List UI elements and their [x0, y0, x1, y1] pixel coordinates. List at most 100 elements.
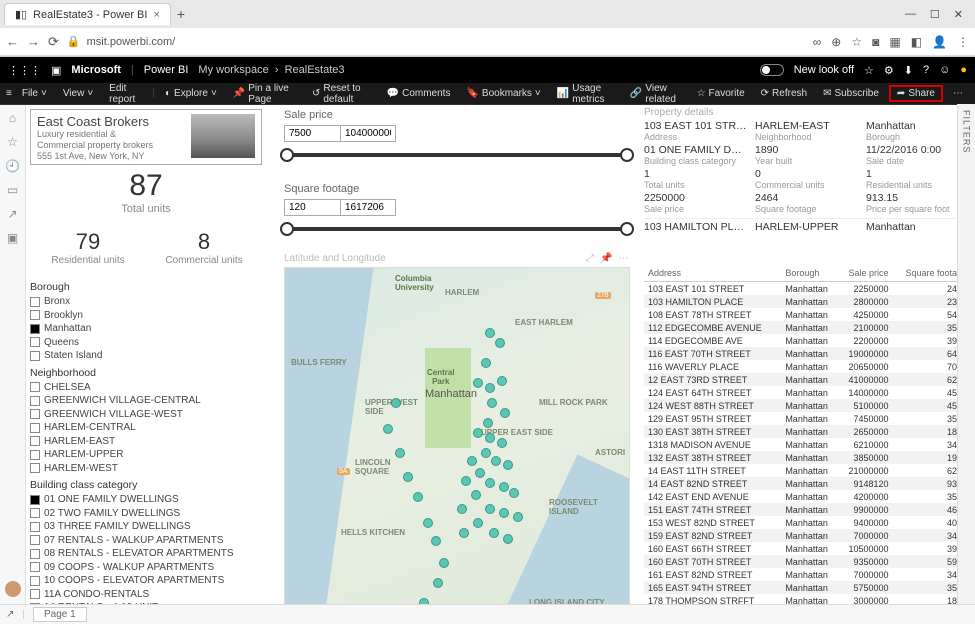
neighborhood-option[interactable]: HARLEM-WEST	[30, 462, 274, 476]
map-point[interactable]	[487, 398, 497, 408]
profile-icon[interactable]: 👤	[932, 35, 947, 49]
map-point[interactable]	[495, 338, 505, 348]
slider-handle-min[interactable]	[280, 148, 294, 162]
sqft-max-input[interactable]	[340, 199, 396, 216]
recent-icon[interactable]: 🕘	[5, 159, 20, 173]
table-row[interactable]: 114 EDGECOMBE AVEManhattan22000003951	[644, 334, 971, 347]
data-table-visual[interactable]: AddressBoroughSale priceSquare footage 1…	[644, 265, 971, 601]
more-icon[interactable]: ⋯	[618, 253, 628, 264]
class-option[interactable]: 03 THREE FAMILY DWELLINGS	[30, 520, 274, 534]
map-point[interactable]	[481, 358, 491, 368]
new-look-toggle[interactable]	[760, 64, 784, 76]
favorite-button[interactable]: ☆ Favorite	[691, 86, 751, 101]
map-point[interactable]	[485, 504, 495, 514]
checkbox[interactable]	[30, 436, 40, 446]
map-point[interactable]	[499, 482, 509, 492]
view-menu[interactable]: View ˅	[57, 86, 99, 101]
checkbox[interactable]	[30, 382, 40, 392]
map-point[interactable]	[481, 448, 491, 458]
breadcrumb[interactable]: My workspace › RealEstate3	[198, 64, 344, 76]
pin-page-button[interactable]: 📌 Pin a live Page	[227, 81, 298, 107]
sale-price-max-input[interactable]	[340, 125, 396, 142]
pin-icon[interactable]: 📌	[600, 253, 612, 264]
forward-button[interactable]: →	[27, 34, 40, 49]
table-row[interactable]: 103 EAST 101 STREETManhattan22500002464	[644, 282, 971, 296]
edit-report-button[interactable]: Edit report	[103, 81, 148, 107]
map-point[interactable]	[489, 528, 499, 538]
table-row[interactable]: 165 EAST 94TH STREETManhattan57500003564	[644, 581, 971, 594]
slider-handle-max[interactable]	[620, 148, 634, 162]
map-point[interactable]	[395, 448, 405, 458]
workspaces-icon[interactable]: ▣	[7, 231, 18, 245]
checkbox[interactable]	[30, 535, 40, 545]
column-header[interactable]: Address	[644, 265, 781, 282]
camera-icon[interactable]: ◙	[872, 35, 879, 49]
subscribe-button[interactable]: ✉ Subscribe	[817, 86, 885, 101]
map-point[interactable]	[383, 424, 393, 434]
checkbox[interactable]	[30, 450, 40, 460]
class-option[interactable]: 10 COOPS - ELEVATOR APARTMENTS	[30, 574, 274, 588]
expand-pages-icon[interactable]: ↗	[6, 609, 14, 620]
checkbox[interactable]	[30, 351, 40, 361]
map-point[interactable]	[473, 518, 483, 528]
address-bar[interactable]: 🔒 msit.powerbi.com/	[67, 35, 805, 48]
map-point[interactable]	[391, 398, 401, 408]
sale-price-slicer[interactable]: Sale price	[284, 109, 630, 162]
maximize-icon[interactable]: ☐	[930, 8, 940, 21]
map-point[interactable]	[473, 428, 483, 438]
file-menu[interactable]: File ˅	[16, 86, 53, 101]
map-point[interactable]	[457, 504, 467, 514]
table-row[interactable]: 159 EAST 82ND STREETManhattan70000003420	[644, 529, 971, 542]
map-point[interactable]	[433, 578, 443, 588]
table-row[interactable]: 112 EDGECOMBE AVENUEManhattan21000003591	[644, 321, 971, 334]
table-row[interactable]: 161 EAST 82ND STREETManhattan70000003420	[644, 568, 971, 581]
table-row[interactable]: 129 EAST 95TH STREETManhattan74500003536	[644, 412, 971, 425]
map-point[interactable]	[431, 536, 441, 546]
column-header[interactable]: Sale price	[838, 265, 892, 282]
star-header-icon[interactable]: ☆	[864, 64, 874, 77]
browser-tab[interactable]: ▮▯ RealEstate3 - Power BI ×	[4, 3, 171, 25]
neighborhood-option[interactable]: GREENWICH VILLAGE-CENTRAL	[30, 394, 274, 408]
waffle-icon[interactable]: ⋮⋮⋮	[8, 64, 41, 77]
explore-menu[interactable]: ◐ Explore ˅	[159, 86, 223, 101]
checkbox[interactable]	[30, 589, 40, 599]
map-point[interactable]	[513, 512, 523, 522]
checkbox[interactable]	[30, 508, 40, 518]
back-button[interactable]: ←	[6, 34, 19, 49]
sqft-slider[interactable]	[284, 222, 630, 236]
checkbox[interactable]	[30, 409, 40, 419]
borough-option[interactable]: Queens	[30, 336, 274, 350]
checkbox[interactable]	[30, 562, 40, 572]
map-point[interactable]	[483, 418, 493, 428]
checkbox[interactable]	[30, 522, 40, 532]
map-point[interactable]	[503, 460, 513, 470]
settings-icon[interactable]: ⚙	[884, 64, 894, 77]
class-option[interactable]: 08 RENTALS - ELEVATOR APARTMENTS	[30, 547, 274, 561]
table-row[interactable]: 14 EAST 82ND STREETManhattan91481209300	[644, 477, 971, 490]
new-tab-button[interactable]: +	[177, 6, 185, 22]
neighborhood-option[interactable]: CHELSEA	[30, 381, 274, 395]
map-point[interactable]	[497, 376, 507, 386]
menu-icon[interactable]: ⋮	[957, 35, 969, 49]
square-footage-slicer[interactable]: Square footage	[284, 183, 630, 236]
download-icon[interactable]: ⬇	[904, 64, 913, 77]
bookmarks-menu[interactable]: 🔖 Bookmarks ˅	[460, 86, 546, 101]
map-point[interactable]	[423, 518, 433, 528]
grid-icon[interactable]: ▦	[889, 35, 900, 49]
sale-price-min-input[interactable]	[284, 125, 340, 142]
column-header[interactable]: Borough	[781, 265, 838, 282]
table-row[interactable]: 116 WAVERLY PLACEManhattan206500007000	[644, 360, 971, 373]
page-tab[interactable]: Page 1	[33, 607, 87, 622]
borough-option[interactable]: Manhattan	[30, 322, 274, 336]
neighborhood-option[interactable]: HARLEM-CENTRAL	[30, 421, 274, 435]
map-point[interactable]	[485, 383, 495, 393]
map-point[interactable]	[475, 468, 485, 478]
map-point[interactable]	[485, 328, 495, 338]
table-row[interactable]: 142 EAST END AVENUEManhattan42000003507	[644, 490, 971, 503]
checkbox[interactable]	[30, 423, 40, 433]
map-point[interactable]	[497, 438, 507, 448]
map-point[interactable]	[485, 478, 495, 488]
neighborhood-option[interactable]: HARLEM-UPPER	[30, 448, 274, 462]
minimize-icon[interactable]: —	[905, 8, 916, 21]
map-visual[interactable]: Manhattan CentralPark UPPER WESTSIDE UPP…	[284, 267, 630, 605]
